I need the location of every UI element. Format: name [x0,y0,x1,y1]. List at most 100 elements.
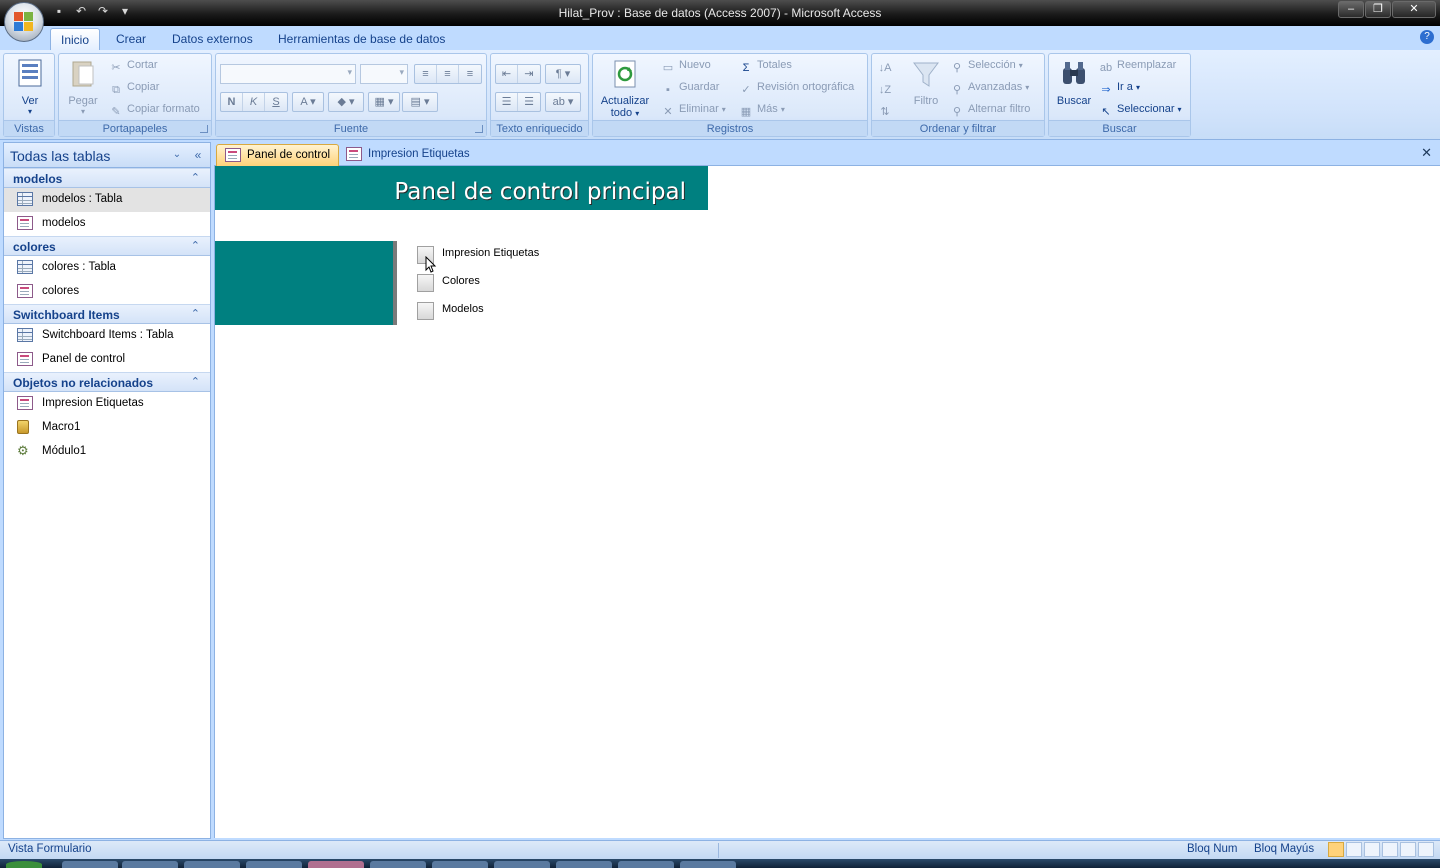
copiar-button[interactable]: ⧉ Copiar [109,78,159,96]
portapapeles-launcher-icon[interactable] [200,125,208,133]
nav-item-modelos-form[interactable]: modelos [4,212,210,236]
totales-button[interactable]: Σ Totales [739,56,792,74]
nav-header[interactable]: Todas las tablas ⌄ « [4,143,210,168]
copiar-formato-button[interactable]: ✎ Copiar formato [109,100,199,118]
nuevo-button[interactable]: ▭ Nuevo [661,56,711,74]
decrease-indent-icon[interactable]: ⇤ [496,65,518,83]
avanzadas-button[interactable]: ⚲ Avanzadas ▾ [950,78,1029,96]
tab-herramientas[interactable]: Herramientas de base de datos [268,28,455,50]
mas-button[interactable]: ▦ Más ▾ [739,100,785,118]
switchboard-form: Panel de control principal Impresion Eti… [214,166,1440,838]
font-color-button[interactable]: A ▾ [292,92,324,112]
nav-item-switchboard-tabla[interactable]: Switchboard Items : Tabla [4,324,210,348]
pegar-button[interactable]: Pegar ▾ [63,58,103,116]
group-label-registros: Registros [593,120,867,136]
align-left-icon[interactable]: ≡ [415,65,437,83]
taskbar-app[interactable] [246,861,302,868]
paste-icon [72,61,94,87]
nav-group-modelos[interactable]: modelos ⌃ [4,168,210,188]
nav-item-label: Switchboard Items : Tabla [42,329,174,341]
buscar-button[interactable]: Buscar [1053,58,1095,107]
bold-button[interactable]: N [221,93,243,111]
actualizar-todo-button[interactable]: Actualizar todo ▾ [595,58,655,119]
office-button[interactable] [4,2,44,42]
revision-ortografica-button[interactable]: ✓ Revisión ortográfica [739,78,854,96]
switchboard-button-modelos[interactable] [417,302,434,320]
font-size-combo[interactable] [360,64,408,84]
help-icon[interactable]: ? [1420,30,1434,44]
nav-item-colores-form[interactable]: colores [4,280,210,304]
ver-button[interactable]: Ver ▾ [10,58,50,116]
sort-ascending-button[interactable]: ↓A [878,56,896,74]
datasheet-view-button[interactable] [1346,842,1362,857]
taskbar-app[interactable] [432,861,488,868]
gridlines-button[interactable]: ▦ ▾ [368,92,400,112]
form-view-button[interactable] [1328,842,1344,857]
taskbar-app[interactable] [680,861,736,868]
mas-label: Más [757,103,778,115]
reemplazar-button[interactable]: ab Reemplazar [1099,56,1176,74]
nav-item-panel-de-control[interactable]: Panel de control [4,348,210,372]
nav-group-label: Objetos no relacionados [13,376,154,390]
tab-datos-externos[interactable]: Datos externos [162,28,263,50]
close-window-button[interactable]: ✕ [1392,1,1436,18]
fuente-launcher-icon[interactable] [475,125,483,133]
close-document-icon[interactable]: ✕ [1421,145,1432,161]
taskbar-app[interactable] [184,861,240,868]
doc-tab-impresion-etiquetas[interactable]: Impresion Etiquetas [338,144,478,166]
pivotchart-view-button[interactable] [1382,842,1398,857]
paragraph-direction-button[interactable]: ¶ ▾ [545,64,581,84]
form-icon [346,147,362,161]
taskbar-app[interactable] [370,861,426,868]
tab-inicio[interactable]: Inicio [50,28,101,50]
minimize-button[interactable]: – [1338,1,1364,18]
sort-descending-button[interactable]: ↓Z [878,78,896,96]
bullet-list-icon[interactable]: ☰ [518,93,540,111]
sort-descending-icon: ↓Z [878,84,892,96]
nav-group-switchboard[interactable]: Switchboard Items ⌃ [4,304,210,324]
switchboard-button-colores[interactable] [417,274,434,292]
nav-item-modulo1[interactable]: ⚙ Módulo1 [4,440,210,464]
seleccion-button[interactable]: ⚲ Selección ▾ [950,56,1023,74]
taskbar-app[interactable] [494,861,550,868]
seleccionar-button[interactable]: ↖ Seleccionar ▾ [1099,100,1181,118]
nav-collapse-icon[interactable]: « [190,147,206,163]
pivottable-view-button[interactable] [1364,842,1380,857]
nav-item-impresion-etiquetas[interactable]: Impresion Etiquetas [4,392,210,416]
nav-item-modelos-tabla[interactable]: modelos : Tabla [4,188,210,212]
font-name-combo[interactable] [220,64,356,84]
taskbar-app[interactable] [618,861,674,868]
ir-a-button[interactable]: ⇒ Ir a ▾ [1099,78,1140,96]
nav-menu-dropdown-icon[interactable]: ⌄ [170,149,184,163]
collapse-group-icon: ⌃ [190,308,200,320]
start-orb-icon[interactable] [6,861,42,868]
restore-button[interactable]: ❐ [1365,1,1391,18]
taskbar-app[interactable] [62,861,118,868]
italic-button[interactable]: K [243,93,265,111]
tab-crear[interactable]: Crear [106,28,156,50]
nav-group-objetos-no-relacionados[interactable]: Objetos no relacionados ⌃ [4,372,210,392]
highlight-button[interactable]: ab ▾ [545,92,581,112]
filtro-button[interactable]: Filtro [906,58,946,107]
doc-tab-panel-de-control[interactable]: Panel de control [216,144,340,166]
layout-view-button[interactable] [1400,842,1416,857]
eliminar-button[interactable]: ✕ Eliminar ▾ [661,100,725,118]
numbered-list-icon[interactable]: ☰ [496,93,518,111]
design-view-button[interactable] [1418,842,1434,857]
clear-sort-button[interactable]: ⇅ [878,100,896,118]
taskbar-app[interactable] [556,861,612,868]
alt-fill-button[interactable]: ▤ ▾ [402,92,438,112]
nav-group-colores[interactable]: colores ⌃ [4,236,210,256]
underline-button[interactable]: S [265,93,287,111]
align-right-icon[interactable]: ≡ [459,65,481,83]
increase-indent-icon[interactable]: ⇥ [518,65,540,83]
align-center-icon[interactable]: ≡ [437,65,459,83]
cortar-button[interactable]: ✂ Cortar [109,56,157,74]
guardar-button[interactable]: ▪ Guardar [661,78,719,96]
taskbar-app[interactable] [122,861,178,868]
alternar-filtro-button[interactable]: ⚲ Alternar filtro [950,100,1030,118]
nav-item-macro1[interactable]: Macro1 [4,416,210,440]
fill-color-button[interactable]: ◆ ▾ [328,92,364,112]
taskbar-app-access[interactable] [308,861,364,868]
nav-item-colores-tabla[interactable]: colores : Tabla [4,256,210,280]
